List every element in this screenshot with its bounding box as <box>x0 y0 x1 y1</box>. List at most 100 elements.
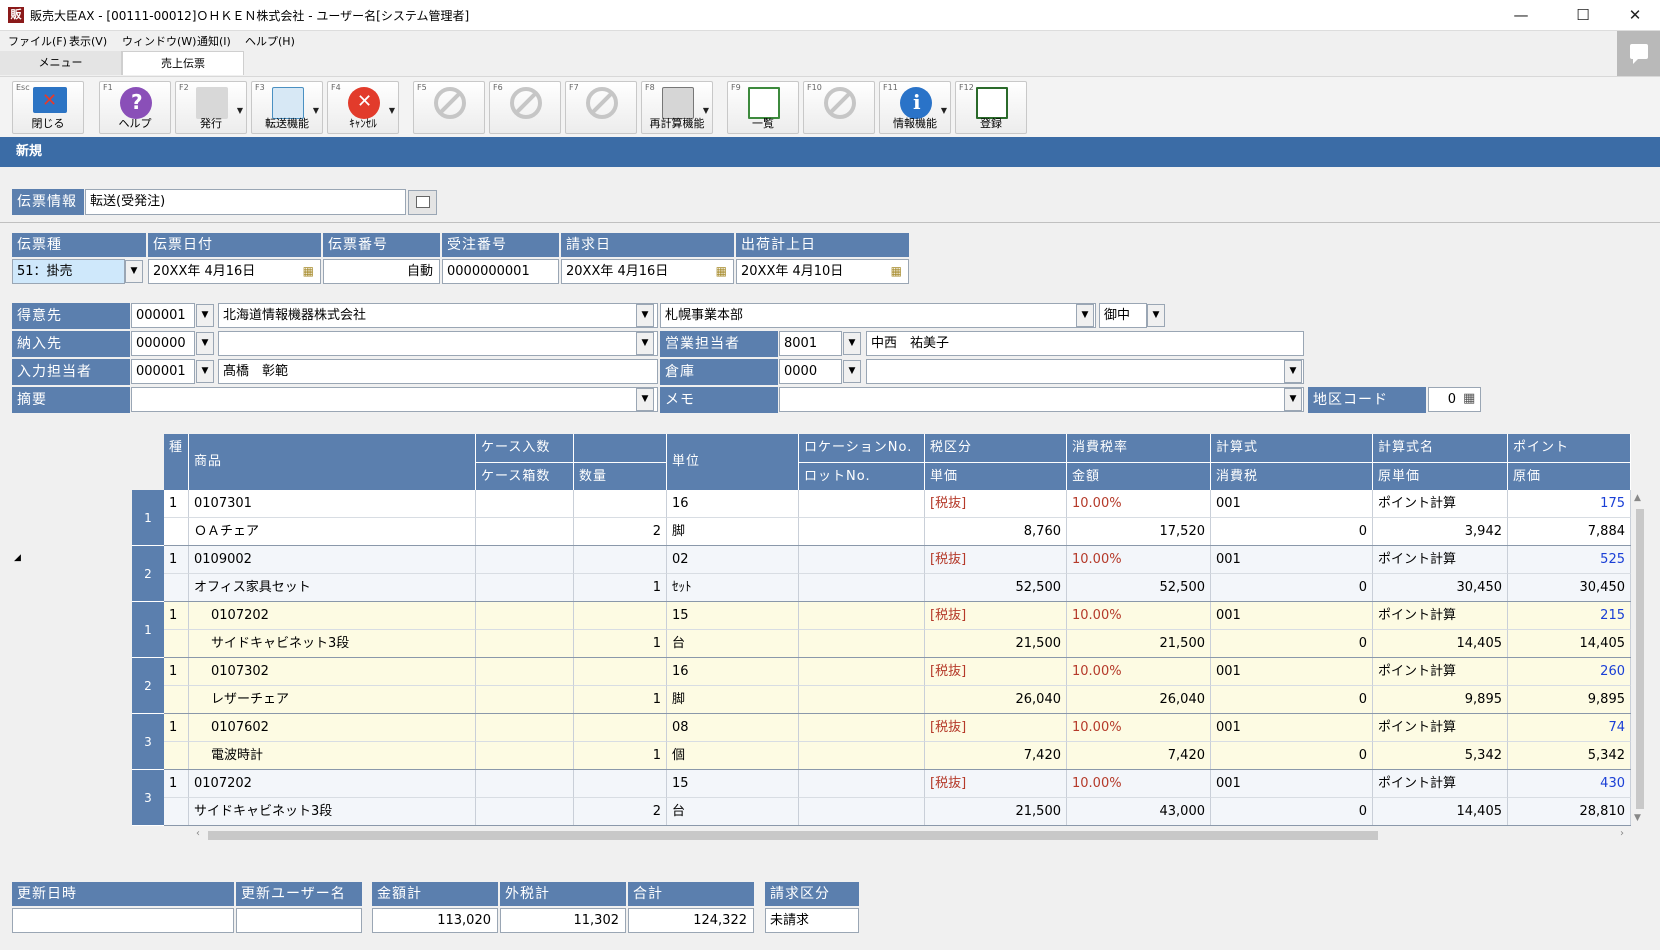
honorific-field[interactable]: 御中 <box>1099 303 1147 328</box>
order-no-field[interactable]: 0000000001 <box>442 259 559 284</box>
scroll-right-icon[interactable]: › <box>1620 828 1624 839</box>
customer-name[interactable]: 北海道情報機器株式会社 <box>218 303 658 328</box>
cell-tax-category[interactable]: [税抜] <box>925 770 1067 798</box>
toolbar-button-f2[interactable]: F2 ▼ 発行 <box>175 81 247 134</box>
cell-blank[interactable] <box>574 490 667 518</box>
cell-case-boxes[interactable] <box>476 518 574 546</box>
cell-formula[interactable]: 001 <box>1211 546 1373 574</box>
cell-cost-unit[interactable]: 30,450 <box>1373 574 1508 602</box>
summary-field[interactable] <box>131 387 658 412</box>
cell-product-code[interactable]: 0107602 <box>189 714 476 742</box>
cell-cost[interactable]: 7,884 <box>1508 518 1631 546</box>
cell-formula-name[interactable]: ポイント計算 <box>1373 490 1508 518</box>
row-number[interactable]: 2 <box>132 546 164 602</box>
honorific-dropdown[interactable]: ▼ <box>1147 304 1165 327</box>
cell-unit[interactable]: 脚 <box>667 686 799 714</box>
maximize-button[interactable]: ☐ <box>1560 0 1606 31</box>
row-number[interactable]: 3 <box>132 714 164 770</box>
cell-amount[interactable]: 17,520 <box>1067 518 1211 546</box>
warehouse-name-dropdown[interactable]: ▼ <box>1284 360 1302 383</box>
delivery-code-dropdown[interactable]: ▼ <box>196 332 214 355</box>
ship-date-field[interactable]: 20XX年 4月10日 ▦ <box>736 259 909 284</box>
tab-sales-slip[interactable]: 売上伝票 <box>122 51 244 75</box>
scroll-down-icon[interactable]: ▼ <box>1634 813 1641 823</box>
cell-unit[interactable]: 台 <box>667 630 799 658</box>
cell-product-code[interactable]: 0107202 <box>189 602 476 630</box>
cell-location[interactable] <box>799 490 925 518</box>
chat-button[interactable] <box>1617 31 1660 76</box>
cell-formula[interactable]: 001 <box>1211 602 1373 630</box>
summary-dropdown[interactable]: ▼ <box>636 388 654 411</box>
cell-point[interactable]: 215 <box>1508 602 1631 630</box>
delivery-code[interactable]: 000000 <box>131 331 195 356</box>
menu-view[interactable]: 表示(V) <box>69 33 107 49</box>
cell-product-name[interactable]: オフィス家具セット <box>189 574 476 602</box>
customer-code-dropdown[interactable]: ▼ <box>196 304 214 327</box>
cell-product-code[interactable]: 0109002 <box>189 546 476 574</box>
cell-case-boxes[interactable] <box>476 630 574 658</box>
cell-cost[interactable]: 9,895 <box>1508 686 1631 714</box>
cell-unit-price[interactable]: 52,500 <box>925 574 1067 602</box>
cell-formula-name[interactable]: ポイント計算 <box>1373 770 1508 798</box>
chevron-down-icon[interactable]: ▼ <box>941 106 947 115</box>
cell-kind[interactable]: 1 <box>164 658 189 686</box>
cell-quantity[interactable]: 2 <box>574 518 667 546</box>
cell-lot[interactable] <box>799 742 925 770</box>
cell-case-qty[interactable] <box>476 770 574 798</box>
cell-case-boxes[interactable] <box>476 798 574 826</box>
chevron-down-icon[interactable]: ▼ <box>237 106 243 115</box>
cell-tax-rate[interactable]: 10.00% <box>1067 490 1211 518</box>
cell-cost[interactable]: 30,450 <box>1508 574 1631 602</box>
toolbar-button-f9[interactable]: F9 一覧 <box>727 81 799 134</box>
cell-lot[interactable] <box>799 798 925 826</box>
cell-product-name[interactable]: ＯＡチェア <box>189 518 476 546</box>
menu-help[interactable]: ヘルプ(H) <box>245 33 295 49</box>
cell-amount[interactable]: 7,420 <box>1067 742 1211 770</box>
cell-case-boxes[interactable] <box>476 574 574 602</box>
cell-tax-category[interactable]: [税抜] <box>925 602 1067 630</box>
row-number[interactable]: 1 <box>132 490 164 546</box>
cell-tax-category[interactable]: [税抜] <box>925 714 1067 742</box>
cell-cost[interactable]: 14,405 <box>1508 630 1631 658</box>
toolbar-button-f7[interactable]: F7 <box>565 81 637 134</box>
cell-formula[interactable]: 001 <box>1211 490 1373 518</box>
cell-kind-blank[interactable] <box>164 574 189 602</box>
cell-cost-unit[interactable]: 3,942 <box>1373 518 1508 546</box>
cell-formula-name[interactable]: ポイント計算 <box>1373 658 1508 686</box>
menu-window[interactable]: ウィンドウ(W) <box>122 33 196 49</box>
cell-tax-rate[interactable]: 10.00% <box>1067 546 1211 574</box>
cell-tax-rate[interactable]: 10.00% <box>1067 658 1211 686</box>
warehouse-name[interactable] <box>866 359 1304 384</box>
cell-consumption-tax[interactable]: 0 <box>1211 742 1373 770</box>
delivery-name[interactable] <box>218 331 658 356</box>
cell-unit[interactable]: ｾｯﾄ <box>667 574 799 602</box>
cell-unit-price[interactable]: 8,760 <box>925 518 1067 546</box>
slip-info-button[interactable] <box>408 190 437 215</box>
cell-quantity[interactable]: 1 <box>574 742 667 770</box>
row-number[interactable]: 3 <box>132 770 164 826</box>
cell-unit[interactable]: 個 <box>667 742 799 770</box>
cell-amount[interactable]: 21,500 <box>1067 630 1211 658</box>
cell-product-name[interactable]: 電波時計 <box>189 742 476 770</box>
slip-info-field[interactable]: 転送(受発注) <box>85 189 406 215</box>
cell-formula[interactable]: 001 <box>1211 658 1373 686</box>
cell-unit-code[interactable]: 15 <box>667 602 799 630</box>
toolbar-button-f10[interactable]: F10 <box>803 81 875 134</box>
cell-quantity[interactable]: 2 <box>574 798 667 826</box>
cell-unit-code[interactable]: 08 <box>667 714 799 742</box>
cell-unit-code[interactable]: 02 <box>667 546 799 574</box>
cell-tax-category[interactable]: [税抜] <box>925 658 1067 686</box>
cell-amount[interactable]: 52,500 <box>1067 574 1211 602</box>
cell-quantity[interactable]: 1 <box>574 574 667 602</box>
customer-name-dropdown[interactable]: ▼ <box>636 304 654 327</box>
slip-date-field[interactable]: 20XX年 4月16日 ▦ <box>148 259 321 284</box>
cell-unit-price[interactable]: 21,500 <box>925 798 1067 826</box>
cell-kind[interactable]: 1 <box>164 490 189 518</box>
cell-kind-blank[interactable] <box>164 686 189 714</box>
cell-point[interactable]: 260 <box>1508 658 1631 686</box>
calendar-icon[interactable]: ▦ <box>891 260 902 283</box>
cell-point[interactable]: 175 <box>1508 490 1631 518</box>
toolbar-button-f12[interactable]: F12 登録 <box>955 81 1027 134</box>
chevron-down-icon[interactable]: ▼ <box>703 106 709 115</box>
scrollbar-thumb[interactable] <box>1636 509 1644 809</box>
